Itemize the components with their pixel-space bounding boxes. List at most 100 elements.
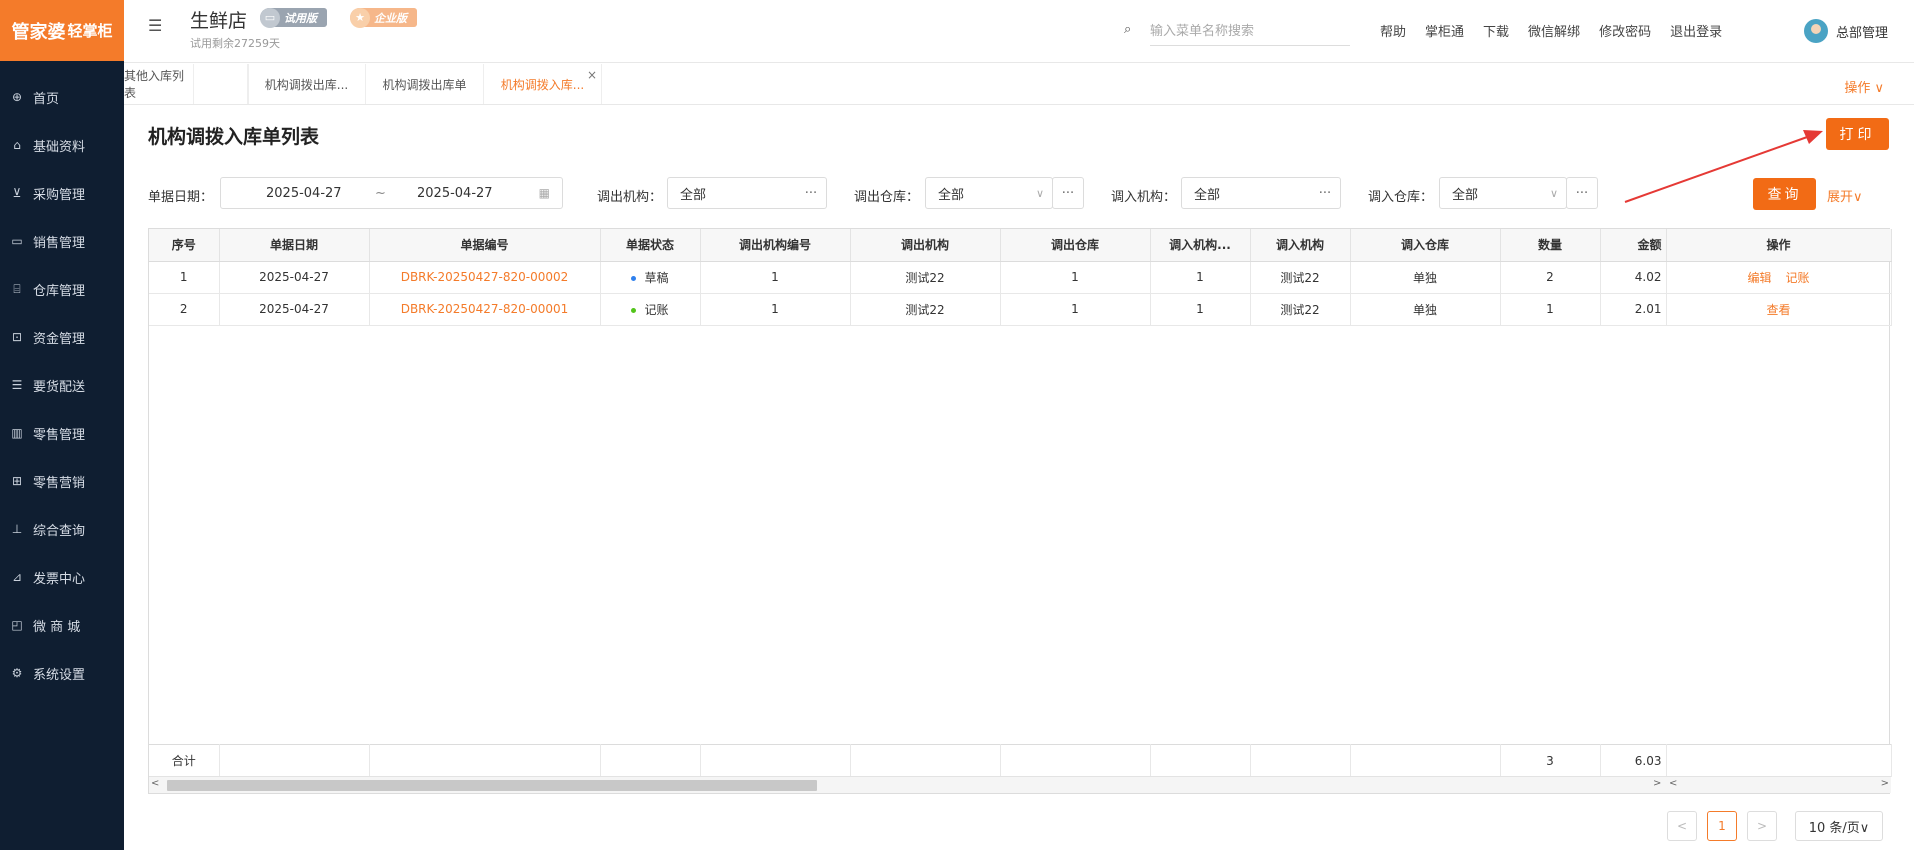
column-header[interactable]: 数量: [1500, 229, 1601, 262]
tab-label: 机构调拨入库...: [500, 77, 585, 92]
scroll-right-icon[interactable]: >: [1881, 778, 1889, 789]
menu-toggle-icon[interactable]: ☰: [148, 18, 166, 34]
column-header[interactable]: 调入仓库: [1350, 229, 1501, 262]
column-header[interactable]: 调入机构...: [1150, 229, 1251, 262]
scroll-right-icon[interactable]: >: [1653, 778, 1661, 789]
sidebar-item-label: 零售营销: [33, 475, 86, 491]
total-grid: 合计 3 6.03: [149, 744, 1892, 777]
column-header[interactable]: 调出机构编号: [700, 229, 851, 262]
post-link[interactable]: 记账: [1786, 271, 1810, 285]
chevron-down-icon: ∨: [1035, 186, 1045, 200]
in-wh-select[interactable]: 全部 ∨: [1439, 177, 1567, 209]
change-password-link[interactable]: 修改密码: [1599, 21, 1651, 40]
close-icon[interactable]: ×: [587, 68, 597, 82]
cell-in-org: 测试22: [1250, 293, 1351, 326]
date-separator: ~: [375, 185, 386, 201]
in-org-select[interactable]: 全部 ···: [1181, 177, 1341, 209]
expand-filters-link[interactable]: 展开∨: [1827, 186, 1863, 205]
sidebar-nav: ⊕ 首页 ⌂ 基础资料 ⊻ 采购管理 ▭ 销售管理 ⌸ 仓库管理 ⊡ 资金管理 ☰ 要货配送 …: [0, 73, 124, 697]
sidebar-item-mall[interactable]: ◰ 微 商 城: [0, 601, 124, 649]
logout-link[interactable]: 退出登录: [1670, 21, 1722, 40]
scrollbar-thumb[interactable]: [167, 780, 817, 791]
gift-icon: ⊞: [11, 474, 23, 488]
horizontal-scrollbar[interactable]: < > < >: [149, 776, 1891, 793]
sidebar-item-label: 发票中心: [33, 571, 86, 587]
sidebar-item-basic[interactable]: ⌂ 基础资料: [0, 121, 124, 169]
column-header[interactable]: 金额: [1600, 229, 1667, 262]
sidebar-item-home[interactable]: ⊕ 首页: [0, 73, 124, 121]
out-org-select[interactable]: 全部 ···: [667, 177, 827, 209]
sidebar-item-label: 资金管理: [33, 331, 86, 347]
view-link[interactable]: 查看: [1766, 303, 1790, 317]
query-button[interactable]: 查询: [1753, 178, 1816, 210]
table-row[interactable]: 2 2025-04-27 DBRK-20250427-820-00001 记账 …: [149, 293, 1892, 326]
cell-index: 2: [149, 293, 220, 326]
column-header[interactable]: 调出机构: [850, 229, 1001, 262]
cell-out-wh: 1: [1000, 261, 1151, 294]
sidebar-item-label: 仓库管理: [33, 283, 86, 299]
cell-order-number-link[interactable]: DBRK-20250427-820-00001: [369, 293, 601, 326]
zhangguitong-link[interactable]: 掌柜通: [1425, 21, 1464, 40]
tab-transfer-out-list[interactable]: 机构调拨出库...: [248, 64, 366, 104]
out-wh-select[interactable]: 全部 ∨: [925, 177, 1053, 209]
sidebar-item-delivery[interactable]: ☰ 要货配送: [0, 361, 124, 409]
sidebar-item-query[interactable]: ⊥ 综合查询: [0, 505, 124, 553]
table-row[interactable]: 1 2025-04-27 DBRK-20250427-820-00002 草稿 …: [149, 261, 1892, 294]
in-wh-more-button[interactable]: ···: [1566, 177, 1598, 209]
tab-other-inbound-cell: [124, 64, 248, 104]
tab-label: 机构调拨出库...: [264, 77, 349, 92]
gear-icon: ⚙: [11, 666, 23, 680]
download-link[interactable]: 下载: [1483, 21, 1509, 40]
column-header[interactable]: 单据状态: [600, 229, 701, 262]
sidebar-item-label: 销售管理: [33, 235, 86, 251]
column-header[interactable]: 单据日期: [219, 229, 370, 262]
sidebar-item-funds[interactable]: ⊡ 资金管理: [0, 313, 124, 361]
total-qty: 3: [1500, 744, 1601, 777]
column-header[interactable]: 单据编号: [369, 229, 601, 262]
operations-dropdown[interactable]: 操作 ∨: [1844, 77, 1884, 96]
sidebar-item-label: 基础资料: [33, 139, 86, 155]
bar-chart-icon: ⊥: [11, 522, 23, 536]
sidebar-item-label: 采购管理: [33, 187, 86, 203]
column-header[interactable]: 调出仓库: [1000, 229, 1151, 262]
user-menu[interactable]: 总部管理: [1803, 19, 1888, 43]
wechat-unbind-link[interactable]: 微信解绑: [1528, 21, 1580, 40]
sidebar-item-invoice[interactable]: ⊿ 发票中心: [0, 553, 124, 601]
warehouse-icon: ⌸: [13, 281, 21, 296]
prev-page-button[interactable]: <: [1667, 811, 1697, 841]
column-header[interactable]: 操作: [1666, 229, 1892, 262]
sidebar-item-marketing[interactable]: ⊞ 零售营销: [0, 457, 124, 505]
cell-in-wh: 单独: [1350, 261, 1501, 294]
date-range-picker[interactable]: 2025-04-27 ~ 2025-04-27 ▦: [220, 177, 563, 209]
cell-status: 记账: [600, 293, 701, 326]
scroll-left-icon[interactable]: <: [151, 778, 159, 789]
print-button[interactable]: 打印: [1826, 118, 1889, 150]
out-wh-more-button[interactable]: ···: [1052, 177, 1084, 209]
sidebar-item-purchase[interactable]: ⊻ 采购管理: [0, 169, 124, 217]
tab-transfer-in-list[interactable]: 机构调拨入库... ×: [484, 64, 602, 104]
more-icon: ···: [1061, 185, 1075, 201]
column-header[interactable]: 调入机构: [1250, 229, 1351, 262]
edit-link[interactable]: 编辑: [1747, 271, 1771, 285]
sidebar-item-label: 首页: [33, 91, 60, 107]
sidebar-item-sales[interactable]: ▭ 销售管理: [0, 217, 124, 265]
cell-order-number-link[interactable]: DBRK-20250427-820-00002: [369, 261, 601, 294]
sidebar-item-settings[interactable]: ⚙ 系统设置: [0, 649, 124, 697]
page-size-select[interactable]: 10 条/页∨: [1795, 811, 1883, 841]
sidebar-item-retail[interactable]: ▥ 零售管理: [0, 409, 124, 457]
page-1-button[interactable]: 1: [1707, 811, 1737, 841]
help-link[interactable]: 帮助: [1380, 21, 1406, 40]
sidebar-item-warehouse[interactable]: ⌸ 仓库管理: [0, 265, 124, 313]
menu-search-input[interactable]: [1150, 18, 1350, 46]
next-page-button[interactable]: >: [1747, 811, 1777, 841]
sidebar-item-label: 系统设置: [33, 667, 86, 683]
brand-logo[interactable]: 管家婆 轻掌柜: [0, 0, 124, 61]
cell-date: 2025-04-27: [219, 293, 370, 326]
total-cell: [700, 744, 851, 777]
page-title: 机构调拨入库单列表: [148, 126, 320, 148]
column-header[interactable]: 序号: [149, 229, 220, 262]
scroll-left-icon[interactable]: <: [1669, 778, 1677, 789]
in-wh-label: 调入仓库：: [1368, 190, 1434, 205]
tab-transfer-out-order[interactable]: 机构调拨出库单: [366, 64, 484, 104]
in-org-value: 全部: [1194, 187, 1221, 203]
